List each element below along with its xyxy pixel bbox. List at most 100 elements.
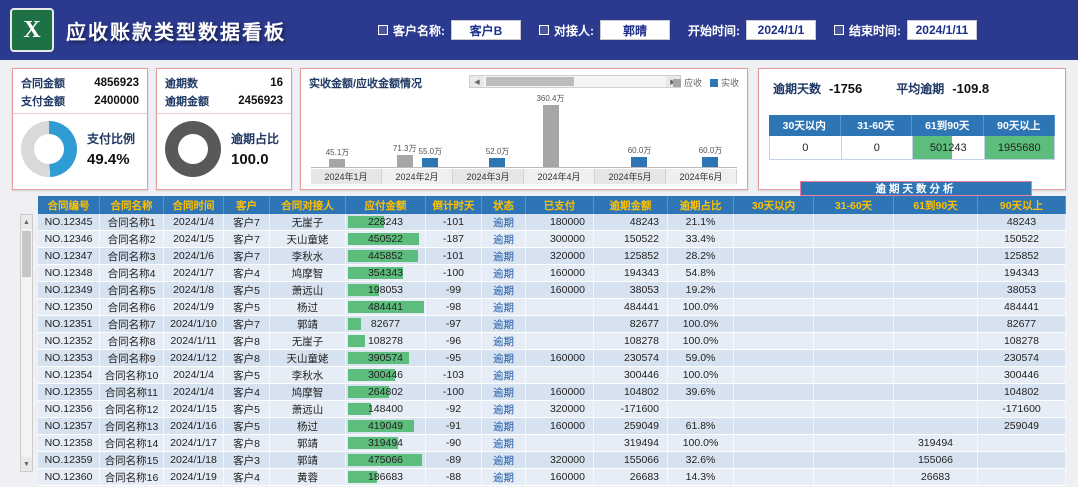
table-cell[interactable] <box>734 367 814 383</box>
customer-checkbox-icon[interactable] <box>378 25 388 35</box>
table-cell[interactable]: 李秋水 <box>270 367 346 383</box>
table-cell[interactable]: 逾期 <box>482 282 526 298</box>
table-cell[interactable]: 100.0% <box>668 435 734 451</box>
table-row[interactable]: NO.12352 合同名称8 2024/1/11 客户8 无崖子 108278 -96 逾期 1… <box>38 333 1066 350</box>
table-cell[interactable] <box>814 435 894 451</box>
table-cell[interactable]: 148400 <box>346 401 426 417</box>
table-cell[interactable]: 鸠摩智 <box>270 384 346 400</box>
table-cell[interactable]: 天山童姥 <box>270 350 346 366</box>
table-cell[interactable]: 逾期 <box>482 435 526 451</box>
table-cell[interactable]: 160000 <box>526 469 594 485</box>
contact-filter-input[interactable]: 郭晴 <box>600 20 670 40</box>
table-cell[interactable] <box>734 435 814 451</box>
start-date-input[interactable]: 2024/1/1 <box>746 20 816 40</box>
table-cell[interactable]: 108278 <box>978 333 1066 349</box>
table-cell[interactable]: 475066 <box>346 452 426 468</box>
table-cell[interactable]: 230574 <box>594 350 668 366</box>
table-cell[interactable]: 郭靖 <box>270 435 346 451</box>
table-cell[interactable]: 264802 <box>346 384 426 400</box>
table-cell[interactable]: -88 <box>426 469 482 485</box>
table-cell[interactable]: 逾期 <box>482 231 526 247</box>
table-row[interactable]: NO.12360 合同名称16 2024/1/19 客户4 黄蓉 186683 -88 逾期 1… <box>38 469 1066 486</box>
customer-filter-input[interactable]: 客户B <box>451 20 521 40</box>
table-row[interactable]: NO.12355 合同名称11 2024/1/4 客户4 鸠摩智 264802 -100 逾期… <box>38 384 1066 401</box>
table-cell[interactable]: 21.1% <box>668 214 734 230</box>
table-cell[interactable]: 320000 <box>526 248 594 264</box>
table-cell[interactable]: -101 <box>426 214 482 230</box>
table-cell[interactable]: 484441 <box>978 299 1066 315</box>
table-cell[interactable]: -187 <box>426 231 482 247</box>
chart-horizontal-scrollbar[interactable]: ◀ ▶ <box>469 75 681 88</box>
table-row[interactable]: NO.12354 合同名称10 2024/1/4 客户5 李秋水 300446 -103 逾期… <box>38 367 1066 384</box>
table-cell[interactable]: 合同名称4 <box>100 265 164 281</box>
table-cell[interactable]: 合同名称1 <box>100 214 164 230</box>
table-cell[interactable]: -103 <box>426 367 482 383</box>
table-cell[interactable]: 2024/1/10 <box>164 316 224 332</box>
table-cell[interactable] <box>734 333 814 349</box>
table-cell[interactable]: NO.12354 <box>38 367 100 383</box>
table-cell[interactable]: 82677 <box>594 316 668 332</box>
table-cell[interactable]: 李秋水 <box>270 248 346 264</box>
table-cell[interactable]: NO.12351 <box>38 316 100 332</box>
table-cell[interactable]: 125852 <box>594 248 668 264</box>
table-cell[interactable] <box>734 248 814 264</box>
table-cell[interactable]: 228243 <box>346 214 426 230</box>
table-cell[interactable]: 无崖子 <box>270 333 346 349</box>
table-cell[interactable]: 160000 <box>526 265 594 281</box>
table-cell[interactable] <box>734 469 814 485</box>
table-cell[interactable]: 2024/1/17 <box>164 435 224 451</box>
table-cell[interactable] <box>894 299 978 315</box>
scroll-left-icon[interactable]: ◀ <box>470 76 484 87</box>
table-cell[interactable]: 2024/1/9 <box>164 299 224 315</box>
table-cell[interactable]: 194343 <box>594 265 668 281</box>
table-cell[interactable] <box>526 316 594 332</box>
table-cell[interactable]: 客户5 <box>224 418 270 434</box>
table-cell[interactable]: -99 <box>426 282 482 298</box>
table-cell[interactable]: -98 <box>426 299 482 315</box>
table-cell[interactable]: 2024/1/15 <box>164 401 224 417</box>
table-cell[interactable]: -91 <box>426 418 482 434</box>
table-cell[interactable] <box>734 401 814 417</box>
table-cell[interactable]: 合同名称3 <box>100 248 164 264</box>
table-cell[interactable]: 26683 <box>894 469 978 485</box>
table-cell[interactable]: NO.12345 <box>38 214 100 230</box>
table-cell[interactable] <box>894 214 978 230</box>
table-row[interactable]: NO.12345 合同名称1 2024/1/4 客户7 无崖子 228243 -101 逾期 1… <box>38 214 1066 231</box>
table-cell[interactable]: 客户4 <box>224 384 270 400</box>
table-cell[interactable]: 259049 <box>594 418 668 434</box>
table-cell[interactable]: 逾期 <box>482 418 526 434</box>
table-cell[interactable]: 客户8 <box>224 435 270 451</box>
table-cell[interactable] <box>894 231 978 247</box>
table-cell[interactable]: NO.12353 <box>38 350 100 366</box>
table-cell[interactable]: -96 <box>426 333 482 349</box>
table-cell[interactable] <box>814 282 894 298</box>
table-cell[interactable]: 天山童姥 <box>270 231 346 247</box>
table-cell[interactable]: 逾期 <box>482 367 526 383</box>
table-cell[interactable]: 180000 <box>526 214 594 230</box>
table-row[interactable]: NO.12349 合同名称5 2024/1/8 客户5 萧远山 198053 -99 逾期 16… <box>38 282 1066 299</box>
table-cell[interactable]: 82677 <box>346 316 426 332</box>
table-cell[interactable] <box>814 214 894 230</box>
table-cell[interactable]: NO.12347 <box>38 248 100 264</box>
table-cell[interactable]: 合同名称12 <box>100 401 164 417</box>
table-cell[interactable] <box>526 367 594 383</box>
table-row[interactable]: NO.12351 合同名称7 2024/1/10 客户7 郭靖 82677 -97 逾期 826… <box>38 316 1066 333</box>
table-cell[interactable]: 300446 <box>594 367 668 383</box>
table-cell[interactable]: 319494 <box>594 435 668 451</box>
table-row[interactable]: NO.12353 合同名称9 2024/1/12 客户8 天山童姥 390574 -95 逾期… <box>38 350 1066 367</box>
table-cell[interactable]: 客户4 <box>224 469 270 485</box>
table-cell[interactable]: 259049 <box>978 418 1066 434</box>
table-cell[interactable] <box>978 435 1066 451</box>
chart-scroll-thumb[interactable] <box>486 77 574 86</box>
table-cell[interactable]: NO.12348 <box>38 265 100 281</box>
table-cell[interactable] <box>734 316 814 332</box>
table-cell[interactable]: 319494 <box>346 435 426 451</box>
table-cell[interactable]: 150522 <box>978 231 1066 247</box>
table-cell[interactable]: 160000 <box>526 418 594 434</box>
table-cell[interactable]: -90 <box>426 435 482 451</box>
table-cell[interactable]: 客户7 <box>224 316 270 332</box>
table-cell[interactable]: 逾期 <box>482 265 526 281</box>
table-cell[interactable] <box>814 265 894 281</box>
table-cell[interactable]: 2024/1/5 <box>164 231 224 247</box>
table-cell[interactable]: 客户8 <box>224 350 270 366</box>
